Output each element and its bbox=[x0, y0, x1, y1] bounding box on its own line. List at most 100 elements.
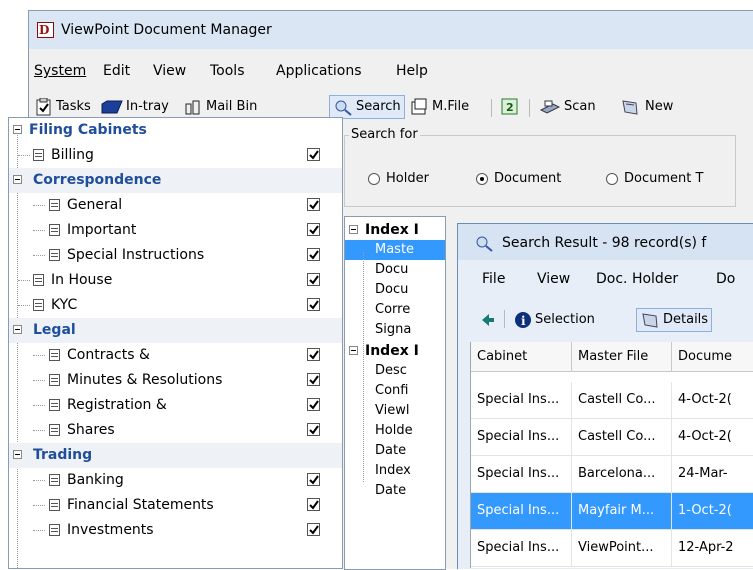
tree-group-correspondence[interactable]: Correspondence bbox=[9, 168, 342, 193]
tree-item-minutes-resolutions[interactable]: Minutes & Resolutions bbox=[9, 368, 342, 393]
tree-item-general[interactable]: General bbox=[9, 193, 342, 218]
checkmark-icon bbox=[309, 525, 319, 535]
table-row[interactable]: Special Ins... Castell Co... 4-Oct-2( bbox=[471, 419, 753, 456]
index-item[interactable]: Maste bbox=[345, 240, 445, 260]
minutes-checkbox[interactable] bbox=[307, 373, 320, 386]
tree-item-important[interactable]: Important bbox=[9, 218, 342, 243]
tree-item-billing[interactable]: Billing bbox=[9, 143, 342, 168]
collapse-icon[interactable] bbox=[13, 325, 22, 334]
menu-system[interactable]: System bbox=[34, 61, 86, 81]
window-title: ViewPoint Document Manager bbox=[61, 22, 272, 38]
tree-group-trading[interactable]: Trading bbox=[9, 443, 342, 468]
kyc-checkbox[interactable] bbox=[307, 298, 320, 311]
collapse-icon[interactable] bbox=[13, 450, 22, 459]
radio-button[interactable] bbox=[368, 173, 380, 185]
toolbar-separator bbox=[504, 310, 505, 328]
cabinet-icon bbox=[49, 499, 60, 511]
new-button[interactable]: New bbox=[620, 95, 673, 119]
tree-item-in-house[interactable]: In House bbox=[9, 268, 342, 293]
results-menu-view[interactable]: View bbox=[537, 269, 570, 289]
tree-item-registration[interactable]: Registration & bbox=[9, 393, 342, 418]
shares-checkbox[interactable] bbox=[307, 423, 320, 436]
in-house-checkbox[interactable] bbox=[307, 273, 320, 286]
index-item[interactable]: Index bbox=[345, 461, 445, 481]
index-item[interactable]: Docu bbox=[345, 280, 445, 300]
menu-tools[interactable]: Tools bbox=[210, 61, 245, 81]
tree-item-investments[interactable]: Investments bbox=[9, 518, 342, 543]
grid-header: Cabinet Master File Docume bbox=[471, 342, 753, 372]
tree-item-contracts[interactable]: Contracts & bbox=[9, 343, 342, 368]
table-row[interactable]: Special Ins... Barcelona... 24-Mar- bbox=[471, 456, 753, 493]
general-checkbox[interactable] bbox=[307, 198, 320, 211]
tree-group-legal[interactable]: Legal bbox=[9, 318, 342, 343]
collapse-icon[interactable] bbox=[13, 125, 22, 134]
index-item[interactable]: Docu bbox=[345, 260, 445, 280]
menu-edit[interactable]: Edit bbox=[103, 61, 130, 81]
collapse-icon[interactable] bbox=[349, 225, 358, 234]
radio-document[interactable]: Document bbox=[476, 171, 561, 187]
scan-button[interactable]: Scan bbox=[539, 95, 596, 119]
investments-checkbox[interactable] bbox=[307, 523, 320, 536]
results-menu-document[interactable]: Do bbox=[716, 269, 735, 289]
registration-checkbox[interactable] bbox=[307, 398, 320, 411]
details-button[interactable]: Details bbox=[636, 308, 713, 332]
index-group-header[interactable]: Index I bbox=[345, 341, 445, 361]
menu-applications[interactable]: Applications bbox=[276, 61, 362, 81]
table-row[interactable]: Special Ins... ViewPoint... 12-Apr-2 bbox=[471, 530, 753, 567]
search-button[interactable]: Search bbox=[329, 95, 405, 119]
radio-holder[interactable]: Holder bbox=[368, 171, 429, 187]
menu-view[interactable]: View bbox=[153, 61, 186, 81]
checkmark-icon bbox=[309, 375, 319, 385]
filing-cabinets-tree[interactable]: Filing Cabinets Billing Correspondence G… bbox=[8, 117, 343, 569]
important-checkbox[interactable] bbox=[307, 223, 320, 236]
index-item[interactable]: Date bbox=[345, 481, 445, 501]
table-row[interactable]: Special Ins... Castell Co... 4-Oct-2( bbox=[471, 382, 753, 419]
mail-bin-button[interactable]: Mail Bin bbox=[183, 95, 257, 119]
index-fields-panel[interactable]: Index I Maste Docu Docu Corre Signa Inde… bbox=[344, 216, 446, 570]
index-item[interactable]: Holde bbox=[345, 421, 445, 441]
cabinet-icon bbox=[49, 524, 60, 536]
column-header-cabinet[interactable]: Cabinet bbox=[471, 342, 572, 371]
svg-text:i: i bbox=[521, 314, 526, 328]
tree-item-kyc[interactable]: KYC bbox=[9, 293, 342, 318]
refresh-button[interactable]: 2 bbox=[501, 95, 522, 119]
radio-button-selected[interactable] bbox=[476, 173, 488, 185]
tree-item-shares[interactable]: Shares bbox=[9, 418, 342, 443]
selection-button[interactable]: i Selection bbox=[514, 308, 595, 332]
column-header-document[interactable]: Docume bbox=[672, 342, 753, 371]
back-arrow-icon[interactable] bbox=[480, 312, 496, 328]
search-result-title-bar[interactable]: Search Result - 98 record(s) f bbox=[458, 224, 753, 260]
table-row-selected[interactable]: Special Ins... Mayfair M... 1-Oct-2( bbox=[471, 493, 753, 530]
cabinet-icon bbox=[49, 424, 60, 436]
menu-help[interactable]: Help bbox=[396, 61, 428, 81]
tree-item-financial-statements[interactable]: Financial Statements bbox=[9, 493, 342, 518]
radio-button[interactable] bbox=[606, 173, 618, 185]
tree-item-banking[interactable]: Banking bbox=[9, 468, 342, 493]
contracts-checkbox[interactable] bbox=[307, 348, 320, 361]
radio-document-type[interactable]: Document T bbox=[606, 171, 703, 187]
billing-checkbox[interactable] bbox=[307, 148, 320, 161]
results-menu-file[interactable]: File bbox=[482, 269, 505, 289]
index-item[interactable]: Corre bbox=[345, 300, 445, 320]
collapse-icon[interactable] bbox=[349, 346, 358, 355]
index-item[interactable]: Desc bbox=[345, 361, 445, 381]
m-file-button[interactable]: M.File bbox=[409, 95, 469, 119]
index-item[interactable]: Viewl bbox=[345, 401, 445, 421]
title-bar[interactable]: D ViewPoint Document Manager bbox=[29, 11, 753, 49]
in-tray-button[interactable]: In-tray bbox=[101, 95, 169, 119]
financial-statements-checkbox[interactable] bbox=[307, 498, 320, 511]
tree-root[interactable]: Filing Cabinets bbox=[9, 118, 342, 143]
results-menu-doc-holder[interactable]: Doc. Holder bbox=[596, 269, 678, 289]
tree-item-special-instructions[interactable]: Special Instructions bbox=[9, 243, 342, 268]
column-header-master-file[interactable]: Master File bbox=[572, 342, 672, 371]
cabinet-icon bbox=[33, 274, 44, 286]
index-group-header[interactable]: Index I bbox=[345, 220, 445, 240]
tasks-button[interactable]: Tasks bbox=[35, 95, 91, 119]
index-item[interactable]: Signa bbox=[345, 320, 445, 340]
index-item[interactable]: Confi bbox=[345, 381, 445, 401]
banking-checkbox[interactable] bbox=[307, 473, 320, 486]
search-results-grid[interactable]: Cabinet Master File Docume Special Ins..… bbox=[470, 342, 753, 568]
index-item[interactable]: Date bbox=[345, 441, 445, 461]
collapse-icon[interactable] bbox=[13, 175, 22, 184]
special-instructions-checkbox[interactable] bbox=[307, 248, 320, 261]
